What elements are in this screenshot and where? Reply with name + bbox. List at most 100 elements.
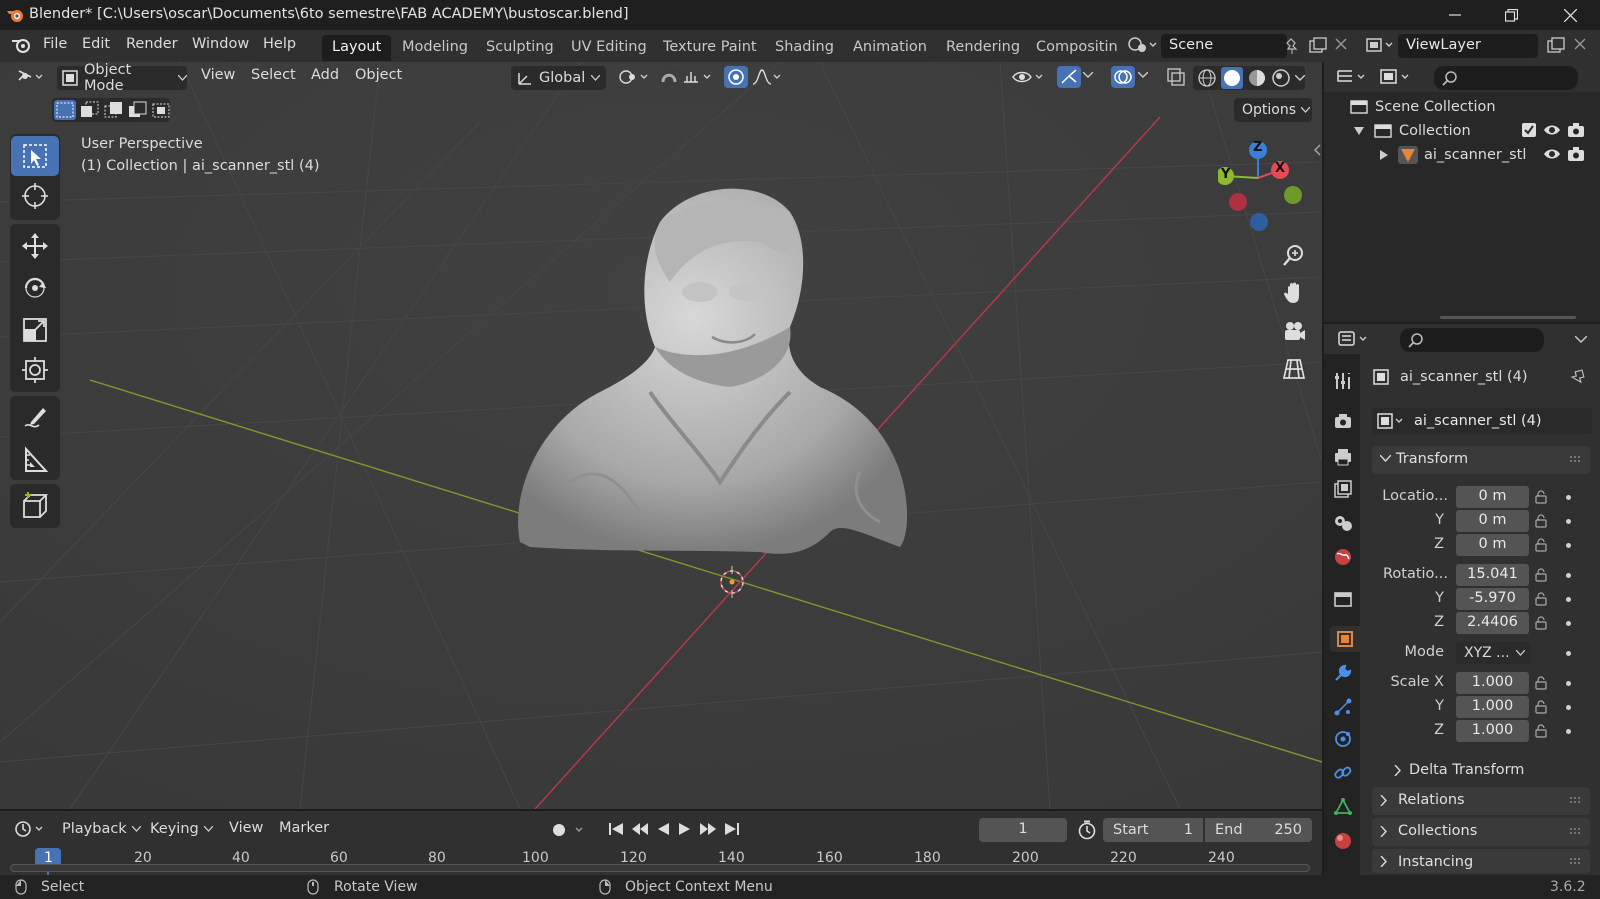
play-reverse-icon[interactable] [655, 821, 671, 837]
view-layer-field[interactable]: ViewLayer [1398, 34, 1538, 58]
lock-icon[interactable] [1535, 676, 1549, 690]
expand-chevron-icon[interactable] [1380, 150, 1388, 160]
snap-target-icon[interactable] [682, 68, 716, 86]
viewport-menu-add[interactable]: Add [311, 67, 339, 83]
select-intersect-icon[interactable] [152, 101, 172, 119]
pan-view-button[interactable] [1277, 276, 1311, 310]
jump-keyframe-back-icon[interactable] [631, 821, 649, 837]
select-new-icon[interactable] [54, 100, 76, 120]
scale-tool[interactable] [11, 310, 59, 350]
tab-object[interactable] [1330, 626, 1360, 652]
tab-world[interactable] [1330, 544, 1356, 570]
tab-modifiers[interactable] [1330, 660, 1356, 686]
gizmo-options-chevron-icon[interactable] [1083, 72, 1093, 79]
scale-x-field[interactable]: 1.000 [1456, 672, 1529, 694]
scale-z-field[interactable]: 1.000 [1456, 720, 1529, 742]
tab-render[interactable] [1330, 408, 1356, 434]
lock-icon[interactable] [1535, 724, 1549, 738]
annotate-tool[interactable] [11, 398, 59, 438]
measure-tool[interactable] [11, 440, 59, 480]
relations-panel-header[interactable]: Relations [1372, 787, 1590, 815]
outliner-editor-type-icon[interactable] [1336, 68, 1370, 86]
drag-handle-icon[interactable] [1570, 456, 1582, 462]
tab-sculpting[interactable]: Sculpting [476, 35, 564, 61]
pin-scene-icon[interactable] [1284, 38, 1298, 54]
outliner-search-input[interactable] [1434, 66, 1578, 90]
tab-scene[interactable] [1330, 510, 1356, 536]
material-preview-icon[interactable] [1247, 68, 1267, 88]
scene-selector-icon[interactable] [1128, 36, 1158, 54]
properties-editor-type-icon[interactable] [1338, 330, 1372, 348]
keyframe-dot-icon[interactable] [1566, 597, 1571, 602]
keyframe-dot-icon[interactable] [1566, 519, 1571, 524]
lock-icon[interactable] [1535, 616, 1549, 630]
instancing-panel-header[interactable]: Instancing [1372, 849, 1590, 873]
timeline-editor-type-icon[interactable] [14, 820, 48, 838]
playback-menu[interactable]: Playback [62, 818, 142, 840]
tab-rendering[interactable]: Rendering [936, 35, 1030, 61]
new-view-layer-icon[interactable] [1547, 37, 1565, 53]
lock-icon[interactable] [1535, 514, 1549, 528]
transform-panel-header[interactable]: Transform [1372, 446, 1590, 474]
tab-shading[interactable]: Shading [765, 35, 844, 61]
rotation-y-field[interactable]: -5.970 [1456, 588, 1529, 610]
tab-modeling[interactable]: Modeling [392, 35, 478, 61]
jump-end-icon[interactable] [723, 821, 741, 837]
delta-transform-subpanel[interactable]: Delta Transform [1394, 760, 1524, 780]
mode-dropdown[interactable]: Object Mode [57, 62, 187, 94]
tab-data[interactable] [1330, 794, 1356, 820]
lock-icon[interactable] [1535, 490, 1549, 504]
properties-search-input[interactable] [1400, 328, 1544, 352]
outliner-row-object[interactable]: ai_scanner_stl [1380, 145, 1526, 165]
menu-help[interactable]: Help [263, 36, 296, 52]
shading-options-chevron-icon[interactable] [1295, 74, 1305, 82]
viewport-menu-object[interactable]: Object [355, 67, 402, 83]
lock-icon[interactable] [1535, 592, 1549, 606]
navigation-gizmo[interactable]: Z Y X [1218, 138, 1318, 238]
lock-icon[interactable] [1535, 568, 1549, 582]
collection-visibility-eye-icon[interactable] [1543, 122, 1561, 138]
tab-tool[interactable] [1330, 368, 1356, 394]
tab-physics[interactable] [1330, 726, 1356, 752]
tab-layout[interactable]: Layout [322, 35, 392, 61]
wireframe-shading-icon[interactable] [1197, 68, 1217, 88]
rotation-x-field[interactable]: 15.041 [1456, 564, 1529, 586]
add-cube-tool[interactable] [11, 486, 59, 526]
delete-view-layer-icon[interactable] [1574, 38, 1586, 50]
proportional-editing-icon[interactable] [724, 66, 748, 88]
view-layer-icon[interactable] [1366, 36, 1396, 54]
select-invert-icon[interactable] [128, 101, 148, 119]
zoom-view-button[interactable] [1277, 238, 1311, 272]
location-z-field[interactable]: 0 m [1456, 534, 1529, 556]
keyframe-dot-icon[interactable] [1566, 705, 1571, 710]
keyframe-dot-icon[interactable] [1566, 573, 1571, 578]
lock-icon[interactable] [1535, 700, 1549, 714]
lock-icon[interactable] [1535, 538, 1549, 552]
jump-start-icon[interactable] [607, 821, 625, 837]
exclude-checkbox-icon[interactable] [1521, 122, 1537, 138]
tab-output[interactable] [1330, 444, 1356, 470]
frame-start-field[interactable]: Start 1 [1103, 818, 1203, 842]
overlays-options-chevron-icon[interactable] [1138, 72, 1148, 79]
close-window-button[interactable] [1542, 0, 1598, 30]
keyframe-dot-icon[interactable] [1566, 543, 1571, 548]
keying-menu[interactable]: Keying [150, 818, 220, 840]
outliner-scrollbar[interactable] [1440, 316, 1576, 319]
perspective-toggle-button[interactable] [1277, 352, 1311, 386]
tab-collection[interactable] [1330, 586, 1356, 612]
snap-toggle-icon[interactable] [657, 66, 681, 88]
keyframe-dot-icon[interactable] [1566, 651, 1571, 656]
keyframe-dot-icon[interactable] [1566, 681, 1571, 686]
location-y-field[interactable]: 0 m [1456, 510, 1529, 532]
select-extend-icon[interactable] [80, 101, 100, 119]
options-dropdown[interactable]: Options [1234, 98, 1312, 122]
tab-material[interactable] [1330, 828, 1356, 854]
menu-window[interactable]: Window [192, 36, 249, 52]
sidebar-toggle-icon[interactable] [1313, 144, 1321, 156]
keyframe-dot-icon[interactable] [1566, 621, 1571, 626]
select-box-tool[interactable] [11, 136, 59, 176]
object-visibility-eye-icon[interactable] [1543, 146, 1561, 162]
editor-type-icon[interactable] [16, 68, 46, 86]
overlays-toggle-icon[interactable] [1111, 66, 1135, 88]
timeline-menu-view[interactable]: View [229, 820, 263, 836]
